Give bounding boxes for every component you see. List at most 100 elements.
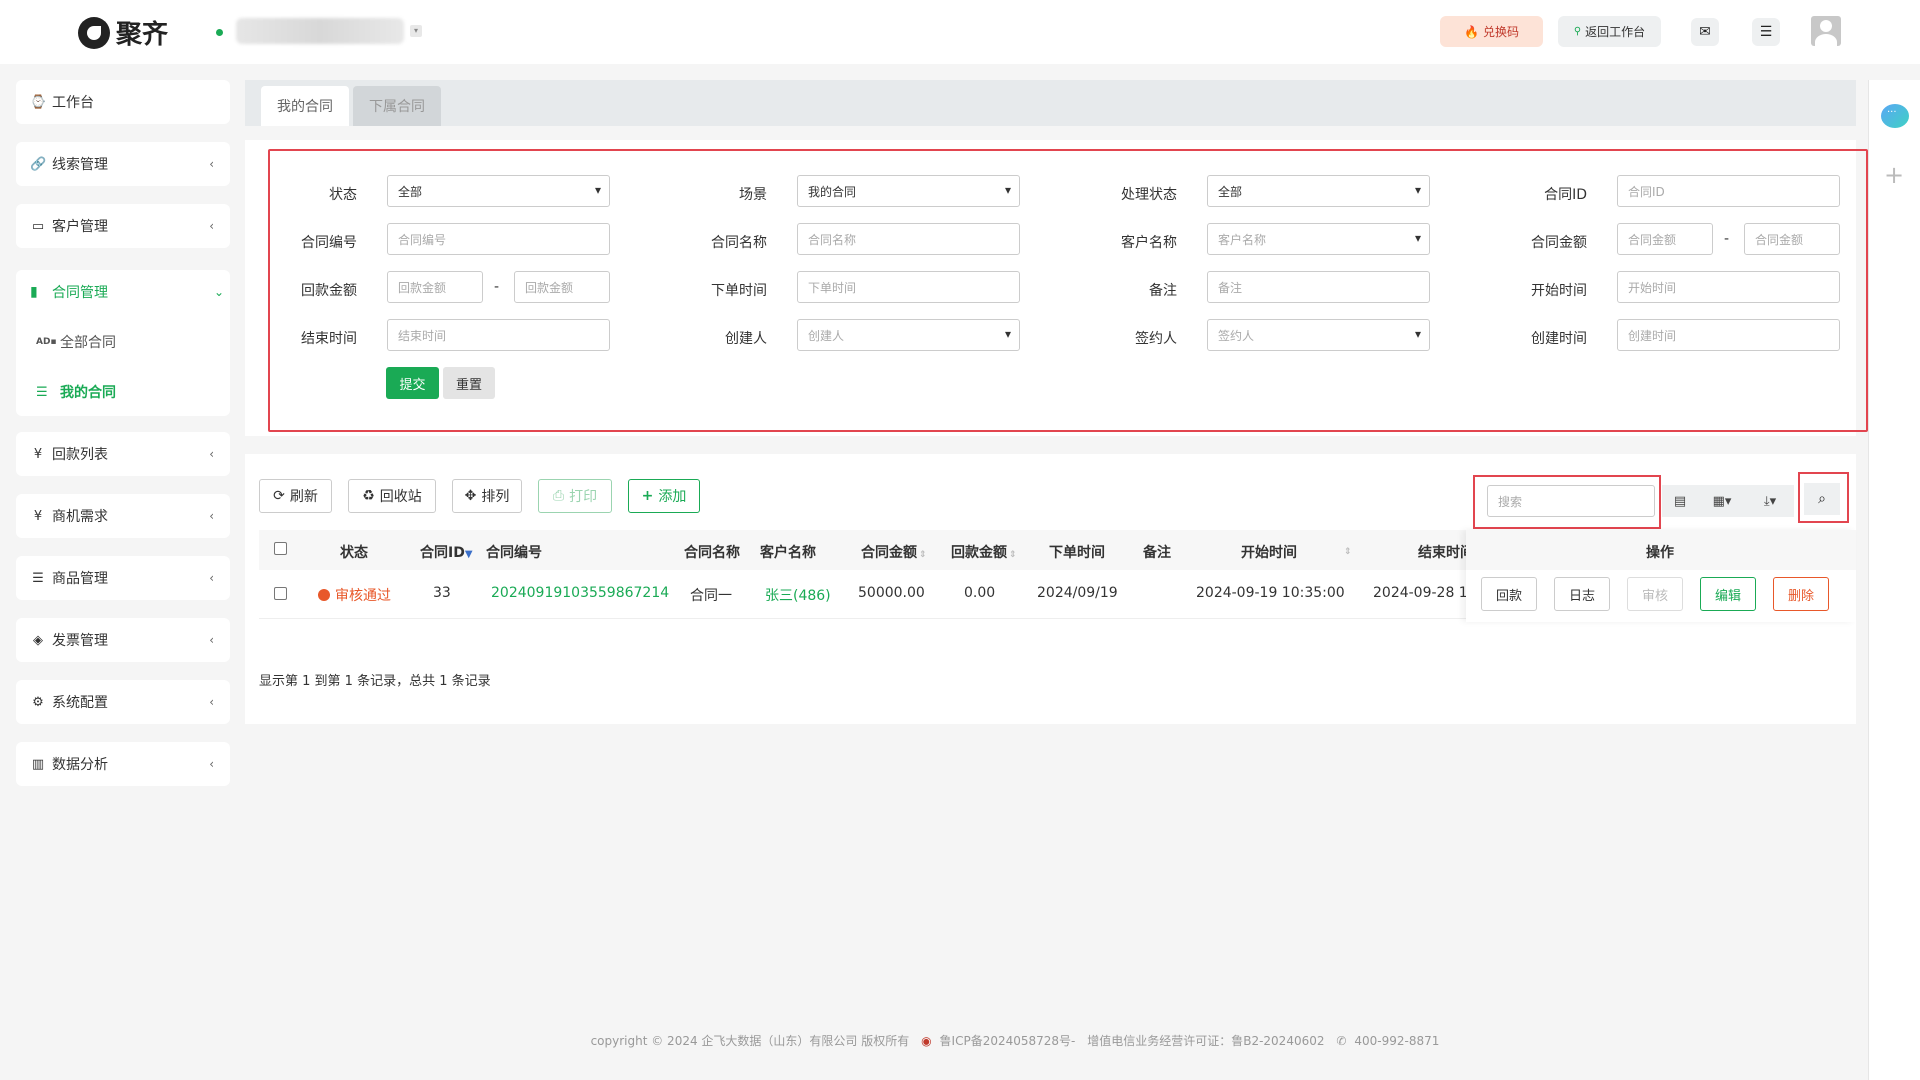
contract-no-input[interactable]: 合同编号 xyxy=(387,223,610,255)
col-contract-id[interactable]: 合同ID▼ xyxy=(420,542,473,562)
row-checkbox[interactable] xyxy=(274,587,287,600)
status-dot-icon xyxy=(318,589,330,601)
pagination-info: 显示第 1 到第 1 条记录，总共 1 条记录 xyxy=(259,674,491,689)
review-button[interactable]: 审核 xyxy=(1627,577,1683,611)
chevron-left-icon: ‹ xyxy=(209,447,214,461)
col-start-time[interactable]: 开始时间 xyxy=(1241,542,1297,562)
sidebar-item-contracts[interactable]: ▮ 合同管理 ⌄ xyxy=(30,282,224,302)
start-time-input[interactable]: 开始时间 xyxy=(1617,271,1840,303)
sidebar-item-payments[interactable]: ¥ 回款列表 ‹ xyxy=(16,432,230,476)
delete-button[interactable]: 删除 xyxy=(1773,577,1829,611)
search-small-icon: ⚲ xyxy=(1573,26,1582,37)
payback-button[interactable]: 回款 xyxy=(1481,577,1537,611)
sidebar-item-workbench[interactable]: ⌚ 工作台 xyxy=(16,80,230,124)
ad-icon: AD▪ xyxy=(36,337,57,347)
select-all-checkbox[interactable] xyxy=(274,542,287,555)
col-customer-name[interactable]: 客户名称 xyxy=(760,542,816,562)
signer-select[interactable]: 签约人 xyxy=(1207,319,1430,351)
footer: copyright © 2024 企飞大数据（山东）有限公司 版权所有 ◉ 鲁IC… xyxy=(0,1032,1920,1049)
add-button[interactable]: + 添加 xyxy=(628,479,700,513)
table-search-input[interactable]: 搜索 xyxy=(1487,485,1655,517)
end-time-input[interactable]: 结束时间 xyxy=(387,319,610,351)
cell-contract-no-link[interactable]: 20240919103559867214 xyxy=(491,585,669,601)
yen-icon: ¥ xyxy=(33,508,43,524)
icp-link[interactable]: 鲁ICP备2024058728号- xyxy=(940,1034,1076,1048)
avatar[interactable] xyxy=(1811,16,1841,46)
sidebar-item-products[interactable]: ☰ 商品管理 ‹ xyxy=(16,556,230,600)
cell-customer-link[interactable]: 张三(486) xyxy=(765,585,831,605)
columns-icon[interactable]: ▦▾ xyxy=(1698,485,1746,517)
col-remark[interactable]: 备注 xyxy=(1143,542,1171,562)
scene-select[interactable]: 我的合同 xyxy=(797,175,1020,207)
col-payback-amount[interactable]: 回款金额 ⇕ xyxy=(951,542,1017,562)
col-contract-no[interactable]: 合同编号 xyxy=(486,542,542,562)
recycle-bin-button[interactable]: ♻ 回收站 xyxy=(348,479,436,513)
sidebar-item-opportunities[interactable]: ¥ 商机需求 ‹ xyxy=(16,494,230,538)
status-select[interactable]: 全部 xyxy=(387,175,610,207)
contract-id-label: 合同ID xyxy=(1544,187,1587,203)
creator-label: 创建人 xyxy=(725,331,767,347)
col-contract-amount[interactable]: 合同金额 ⇕ xyxy=(861,542,927,562)
contract-amount-to-input[interactable]: 合同金额 xyxy=(1744,223,1840,255)
process-status-select[interactable]: 全部 xyxy=(1207,175,1430,207)
move-icon: ✥ xyxy=(464,488,477,504)
created-time-input[interactable]: 创建时间 xyxy=(1617,319,1840,351)
col-order-time[interactable]: 下单时间 xyxy=(1049,542,1105,562)
remark-label: 备注 xyxy=(1149,283,1177,299)
arrange-button[interactable]: ✥ 排列 xyxy=(452,479,522,513)
customer-name-select[interactable]: 客户名称 xyxy=(1207,223,1430,255)
sidebar-sub-my-contracts[interactable]: ☰ 我的合同 xyxy=(36,382,116,402)
sort-icon[interactable]: ⇕ xyxy=(1342,542,1352,558)
edit-button[interactable]: 编辑 xyxy=(1700,577,1756,611)
plus-icon[interactable]: + xyxy=(1884,163,1904,187)
creator-select[interactable]: 创建人 xyxy=(797,319,1020,351)
sidebar-item-invoices[interactable]: ◈ 发票管理 ‹ xyxy=(16,618,230,662)
status-dot xyxy=(216,29,223,36)
cell-end-time: 2024-09-28 1 xyxy=(1373,585,1468,601)
logo[interactable]: 聚齐 xyxy=(78,14,168,51)
redeem-code-button[interactable]: 🔥 兑换码 xyxy=(1440,16,1543,47)
export-icon[interactable]: ⤓▾ xyxy=(1746,485,1794,517)
tab-my-contracts[interactable]: 我的合同 xyxy=(261,86,349,126)
col-status[interactable]: 状态 xyxy=(340,542,368,562)
remark-input[interactable]: 备注 xyxy=(1207,271,1430,303)
back-to-workbench-button[interactable]: ⚲ 返回工作台 xyxy=(1558,16,1661,47)
payback-amount-from-input[interactable]: 回款金额 xyxy=(387,271,483,303)
contract-id-input[interactable]: 合同ID xyxy=(1617,175,1840,207)
cell-contract-id: 33 xyxy=(433,585,451,601)
payback-amount-label: 回款金额 xyxy=(301,283,357,299)
payback-amount-to-input[interactable]: 回款金额 xyxy=(514,271,610,303)
tab-bar: 我的合同 下属合同 xyxy=(245,80,1856,126)
logo-text: 聚齐 xyxy=(116,20,169,50)
log-button[interactable]: 日志 xyxy=(1554,577,1610,611)
police-badge-icon: ◉ xyxy=(921,1034,932,1048)
range-dash: - xyxy=(494,279,500,295)
refresh-button[interactable]: ⟳ 刷新 xyxy=(259,479,332,513)
contract-amount-from-input[interactable]: 合同金额 xyxy=(1617,223,1713,255)
mail-icon[interactable]: ✉ xyxy=(1691,18,1719,46)
sidebar-item-settings[interactable]: ⚙ 系统配置 ‹ xyxy=(16,680,230,724)
search-icon[interactable]: ⌕ xyxy=(1804,483,1840,515)
col-operations: 操作 xyxy=(1646,545,1674,561)
chevron-left-icon: ‹ xyxy=(209,757,214,771)
sidebar-item-leads[interactable]: 🔗 线索管理 ‹ xyxy=(16,142,230,186)
order-time-input[interactable]: 下单时间 xyxy=(797,271,1020,303)
org-name-blurred[interactable] xyxy=(236,18,404,44)
chat-icon[interactable] xyxy=(1881,104,1909,128)
chevron-left-icon: ‹ xyxy=(209,633,214,647)
right-float-bar xyxy=(1868,80,1920,1080)
order-time-label: 下单时间 xyxy=(711,283,767,299)
org-dropdown-icon[interactable]: ▾ xyxy=(410,25,422,37)
col-contract-name[interactable]: 合同名称 xyxy=(684,542,740,562)
contract-name-input[interactable]: 合同名称 xyxy=(797,223,1020,255)
menu-icon[interactable]: ☰ xyxy=(1752,18,1780,46)
sort-desc-icon: ▼ xyxy=(464,549,473,560)
tab-subordinate-contracts[interactable]: 下属合同 xyxy=(353,86,441,126)
sidebar-item-analytics[interactable]: ▥ 数据分析 ‹ xyxy=(16,742,230,786)
print-button[interactable]: ⎙ 打印 xyxy=(538,479,612,513)
sidebar-sub-all-contracts[interactable]: AD▪ 全部合同 xyxy=(36,332,116,352)
sidebar-item-customers[interactable]: ▭ 客户管理 ‹ xyxy=(16,204,230,248)
reset-button[interactable]: 重置 xyxy=(443,367,495,399)
submit-button[interactable]: 提交 xyxy=(386,367,439,399)
list-view-icon[interactable]: ▤ xyxy=(1662,485,1698,517)
